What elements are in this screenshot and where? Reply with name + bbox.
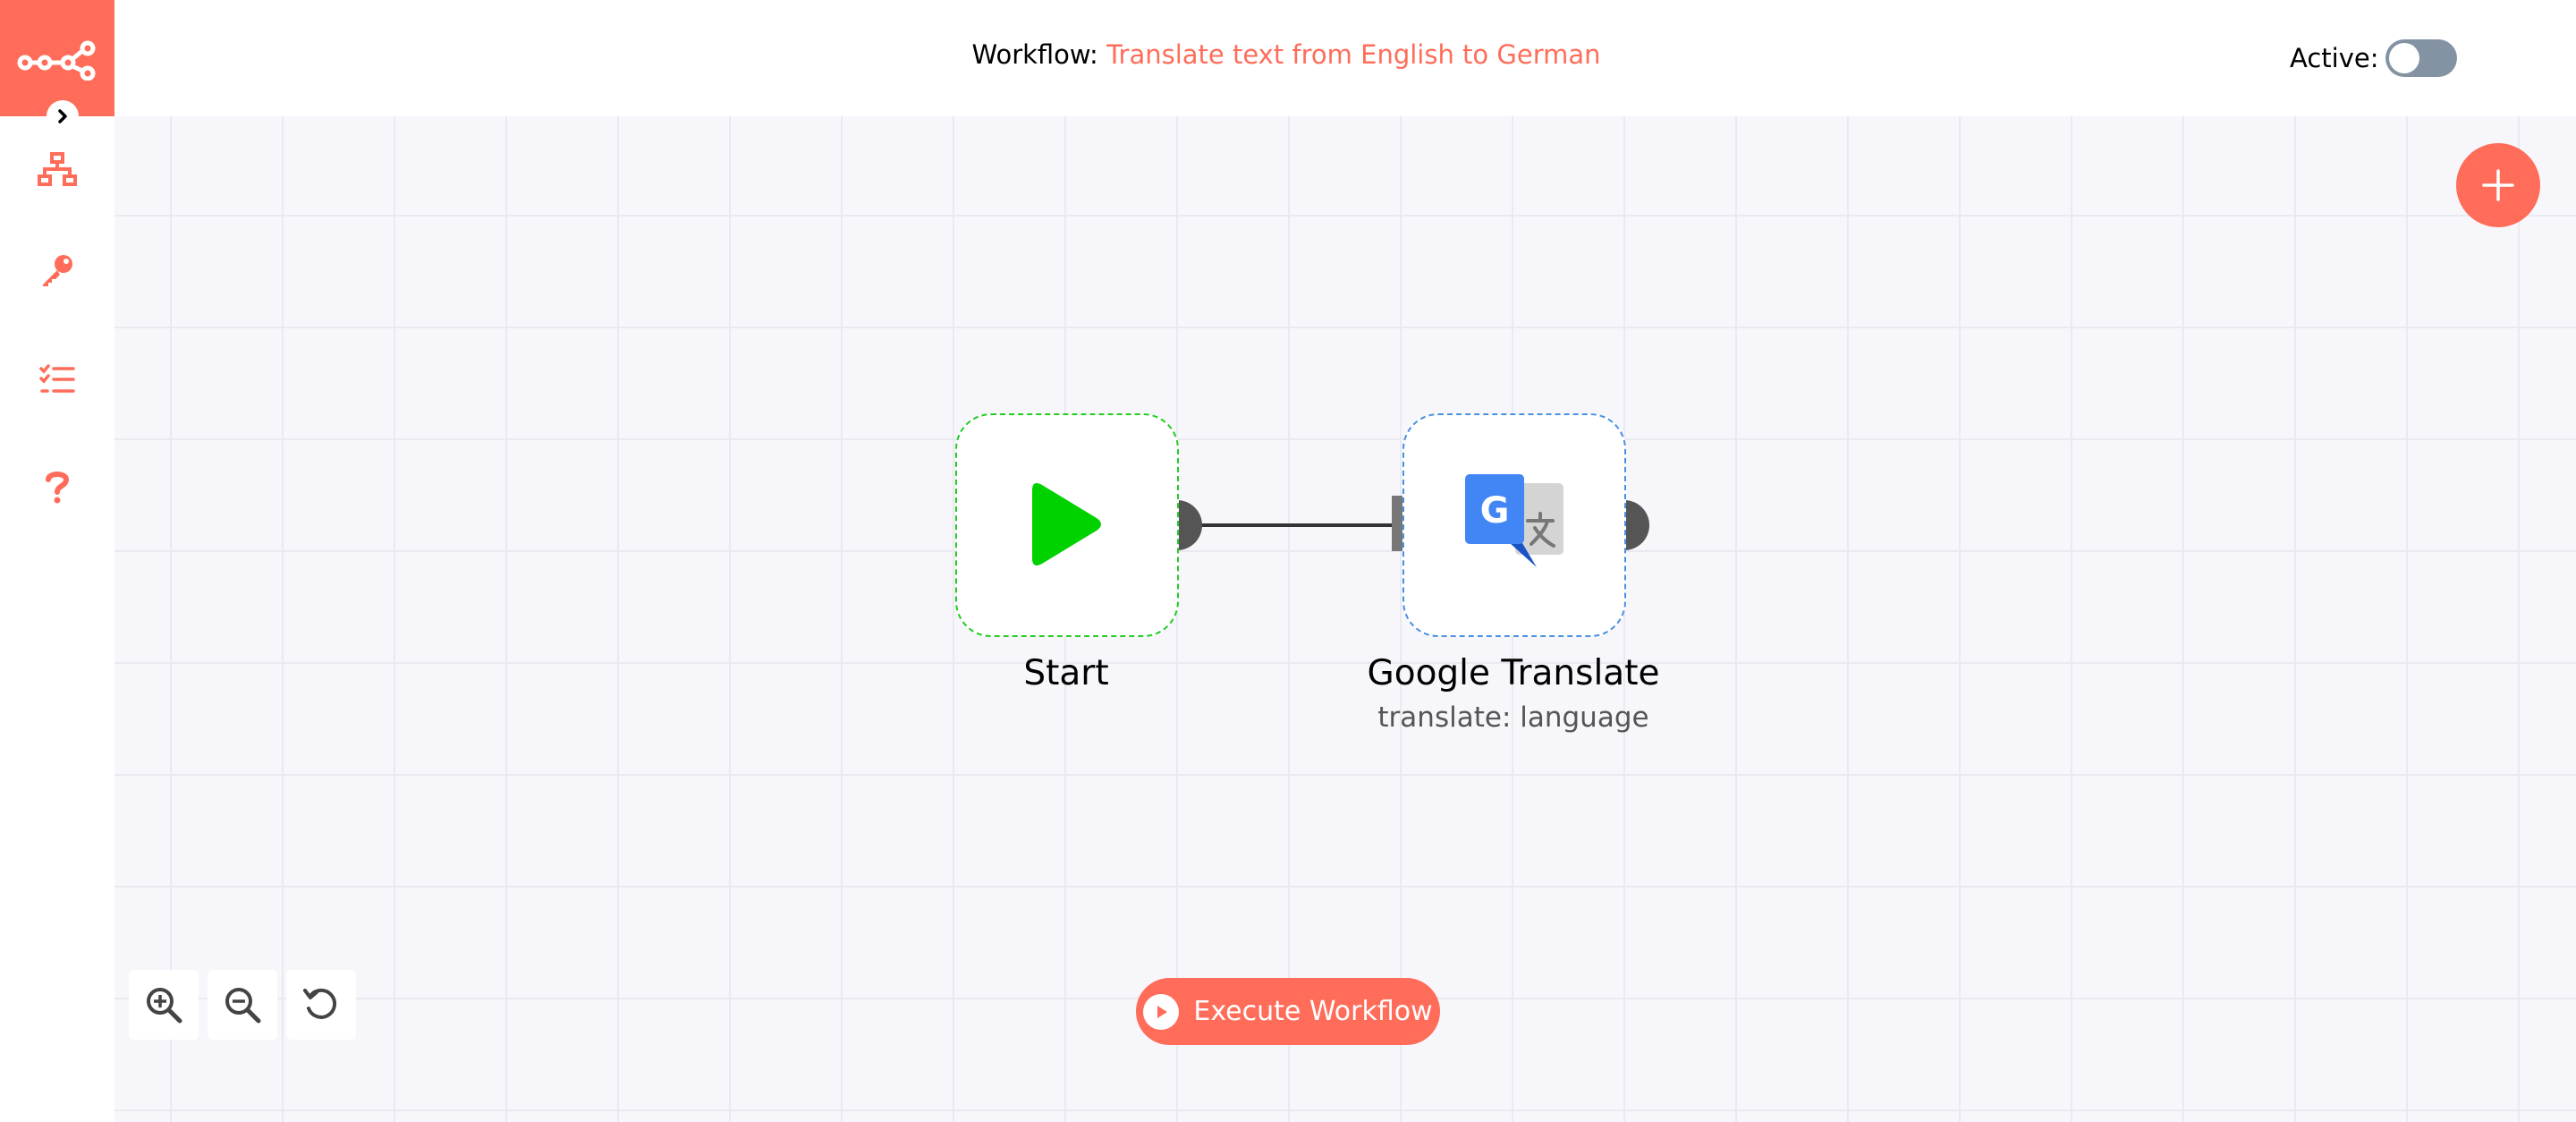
execute-workflow-button[interactable]: Execute Workflow (1136, 978, 1440, 1045)
sidebar-item-executions[interactable] (36, 358, 79, 401)
play-circle-icon (1143, 993, 1180, 1030)
google-translate-node-label: Google Translate (1367, 653, 1660, 693)
n8n-logo-icon[interactable] (0, 0, 114, 116)
sidebar-item-workflows[interactable] (36, 149, 79, 191)
plus-icon (2482, 169, 2514, 201)
toggle-knob (2389, 43, 2420, 73)
n8n-editor: Workflow: Translate text from English to… (0, 0, 2576, 1122)
workflow-name[interactable]: Translate text from English to German (1106, 39, 1600, 70)
zoom-in-button[interactable] (129, 970, 199, 1040)
svg-text:G: G (1480, 490, 1510, 531)
execute-workflow-label: Execute Workflow (1193, 996, 1433, 1027)
zoom-in-icon (147, 988, 182, 1024)
zoom-out-button[interactable] (208, 970, 277, 1040)
start-node-label: Start (1023, 653, 1109, 693)
google-translate-node-subtitle: translate: language (1377, 701, 1649, 734)
active-label: Active: (2290, 43, 2379, 73)
workflow-prefix: Workflow: (971, 39, 1098, 70)
sidebar-item-credentials[interactable] (36, 249, 79, 292)
google-translate-icon: G (1465, 474, 1563, 567)
sidebar-item-help[interactable] (36, 465, 79, 508)
active-toggle[interactable] (2385, 39, 2458, 77)
reset-zoom-button[interactable] (286, 970, 356, 1040)
help-icon (46, 472, 70, 504)
workflow-icon (38, 152, 77, 186)
sidebar (0, 0, 114, 1122)
sidebar-expand-button[interactable] (47, 100, 79, 132)
active-control: Active: (2290, 39, 2458, 77)
key-icon (43, 255, 72, 286)
chevron-right-icon (58, 109, 67, 123)
executions-list-icon (39, 364, 75, 393)
reset-zoom-icon (303, 988, 337, 1019)
workflow-title: Workflow: Translate text from English to… (114, 39, 2458, 70)
start-node[interactable] (955, 413, 1179, 637)
header-bar: Workflow: Translate text from English to… (114, 0, 2576, 116)
zoom-out-icon (225, 988, 261, 1024)
add-node-button[interactable] (2456, 143, 2540, 227)
play-icon (1032, 483, 1101, 565)
workflow-canvas[interactable] (114, 116, 2576, 1122)
google-translate-node[interactable]: G (1402, 413, 1626, 637)
